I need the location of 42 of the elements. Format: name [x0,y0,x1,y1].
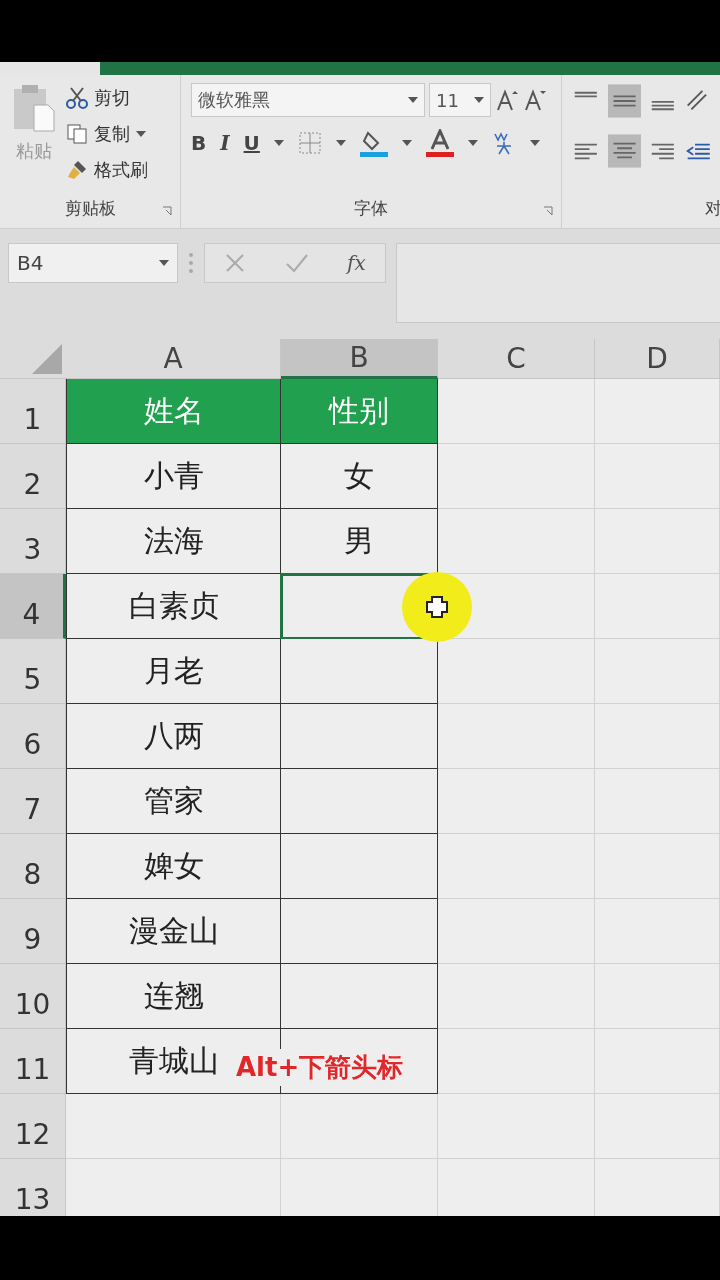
column-header[interactable]: D [595,339,720,379]
row-header[interactable]: 9 [0,899,66,964]
row-header[interactable]: 5 [0,639,66,704]
row-header[interactable]: 10 [0,964,66,1029]
bold-button[interactable]: B [191,131,207,155]
table-cell: 法海 [66,509,281,574]
row-header[interactable]: 4 [0,574,66,639]
row-header[interactable]: 2 [0,444,66,509]
row-header[interactable]: 6 [0,704,66,769]
column-title-cell: 性别 [281,379,438,444]
column-header[interactable]: B [281,339,438,379]
table-cell: 男 [281,509,438,574]
insert-function-button[interactable]: fx [347,251,366,275]
table-cell: 白素贞 [66,574,281,639]
cut-button[interactable]: 剪切 [66,83,148,113]
table-cell: 婢女 [66,834,281,899]
row-header[interactable]: 3 [0,509,66,574]
row-header[interactable]: 7 [0,769,66,834]
table-cell: 小青 [66,444,281,509]
row-header[interactable]: 8 [0,834,66,899]
group-label: 字体 [354,197,388,220]
group-label: 剪贴板 [64,197,116,220]
table-cell: 八两 [66,704,281,769]
name-box[interactable]: B4 [8,243,178,283]
row-header[interactable]: 11 [0,1029,66,1094]
format-painter-button[interactable]: 格式刷 [66,155,148,185]
column-header[interactable]: C [438,339,595,379]
column-title-cell: 姓名 [66,379,281,444]
row-header[interactable]: 1 [0,379,66,444]
italic-button[interactable]: I [220,131,230,155]
row-header[interactable]: 12 [0,1094,66,1159]
underline-button[interactable]: U [243,131,260,155]
table-cell: 管家 [66,769,281,834]
table-cell: 连翘 [66,964,281,1029]
font-size-field[interactable]: 11 [429,83,491,117]
column-header[interactable]: A [66,339,281,379]
row-header[interactable]: 13 [0,1159,66,1216]
table-cell: 女 [281,444,438,509]
table-cell: 漫金山 [66,899,281,964]
font-name-field[interactable]: 微软雅黑 [191,83,425,117]
copy-button[interactable]: 复制 [66,119,148,149]
table-cell: 月老 [66,639,281,704]
